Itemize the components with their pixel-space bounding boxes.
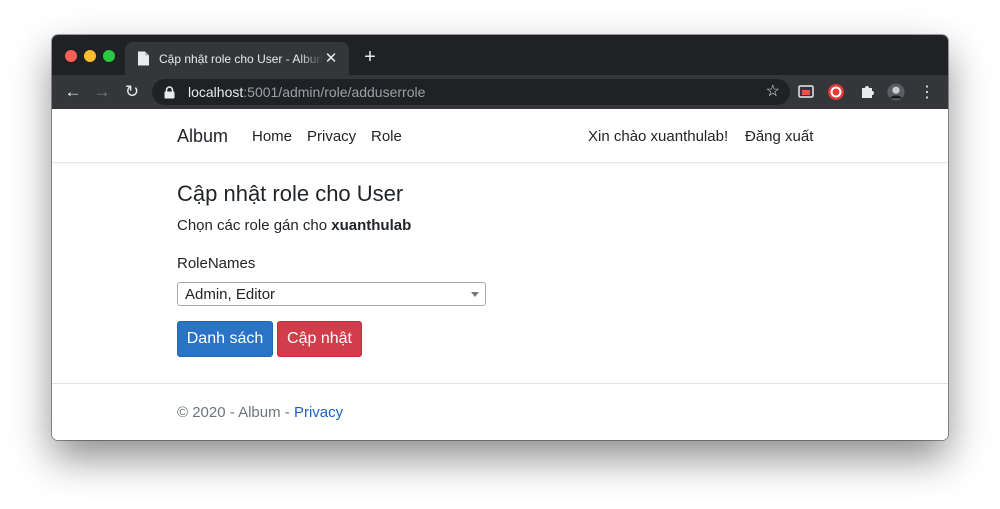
- tab-title: Cập nhật role cho User - Album: [159, 51, 323, 66]
- page-icon: [135, 51, 151, 67]
- profile-avatar-icon[interactable]: [887, 83, 905, 101]
- page-title: Cập nhật role cho User: [177, 181, 404, 206]
- maximize-window-button[interactable]: [103, 50, 115, 62]
- rolenames-label: RoleNames: [177, 255, 256, 272]
- rolenames-select[interactable]: Admin, Editor: [177, 282, 486, 306]
- new-tab-button[interactable]: +: [360, 47, 380, 67]
- url-path: :5001/admin/role/adduserrole: [243, 84, 426, 100]
- browser-tab[interactable]: Cập nhật role cho User - Album ✕: [125, 42, 349, 75]
- footer: © 2020 - Album - Privacy: [177, 404, 343, 421]
- url-text: localhost:5001/admin/role/adduserrole: [188, 84, 425, 100]
- footer-text: © 2020 - Album -: [177, 404, 294, 421]
- address-bar[interactable]: localhost:5001/admin/role/adduserrole ☆: [152, 79, 790, 105]
- lock-icon[interactable]: [164, 85, 178, 99]
- url-host: localhost: [188, 84, 244, 100]
- bookmark-star-icon[interactable]: ☆: [766, 83, 780, 101]
- nav-link-privacy[interactable]: Privacy: [307, 128, 356, 145]
- browser-toolbar: ← → ↻ localhost:5001/admin/role/adduserr…: [52, 75, 948, 109]
- intro-prefix: Chọn các role gán cho: [177, 217, 332, 234]
- username: xuanthulab: [331, 217, 412, 234]
- chevron-down-icon: [471, 292, 479, 297]
- logout-link[interactable]: Đăng xuất: [745, 128, 813, 145]
- back-button[interactable]: ←: [63, 82, 83, 102]
- menu-kebab-icon[interactable]: ⋮: [918, 83, 936, 101]
- tab-bar: Cập nhật role cho User - Album ✕ +: [52, 35, 948, 75]
- select-value: Admin, Editor: [185, 286, 276, 303]
- forward-button[interactable]: →: [92, 82, 112, 102]
- footer-privacy-link[interactable]: Privacy: [294, 404, 343, 421]
- browser-window: Cập nhật role cho User - Album ✕ + ← → ↻…: [52, 35, 948, 440]
- nav-link-role[interactable]: Role: [371, 128, 402, 145]
- update-button[interactable]: Cập nhật: [277, 321, 362, 357]
- site-navbar: Album Home Privacy Role Xin chào xuanthu…: [52, 109, 948, 163]
- intro-text: Chọn các role gán cho xuanthulab: [177, 217, 411, 234]
- cast-extension-icon[interactable]: [797, 83, 815, 101]
- nav-link-home[interactable]: Home: [252, 128, 292, 145]
- puzzle-extensions-icon[interactable]: [858, 83, 876, 101]
- list-button[interactable]: Danh sách: [177, 321, 273, 357]
- web-page: Album Home Privacy Role Xin chào xuanthu…: [52, 109, 948, 440]
- brand-link[interactable]: Album: [177, 126, 228, 147]
- reload-button[interactable]: ↻: [122, 82, 142, 102]
- footer-divider: [52, 383, 948, 384]
- close-tab-icon[interactable]: ✕: [323, 50, 339, 67]
- minimize-window-button[interactable]: [84, 50, 96, 62]
- red-extension-icon[interactable]: [827, 83, 845, 101]
- greeting-link[interactable]: Xin chào xuanthulab!: [588, 128, 728, 145]
- close-window-button[interactable]: [65, 50, 77, 62]
